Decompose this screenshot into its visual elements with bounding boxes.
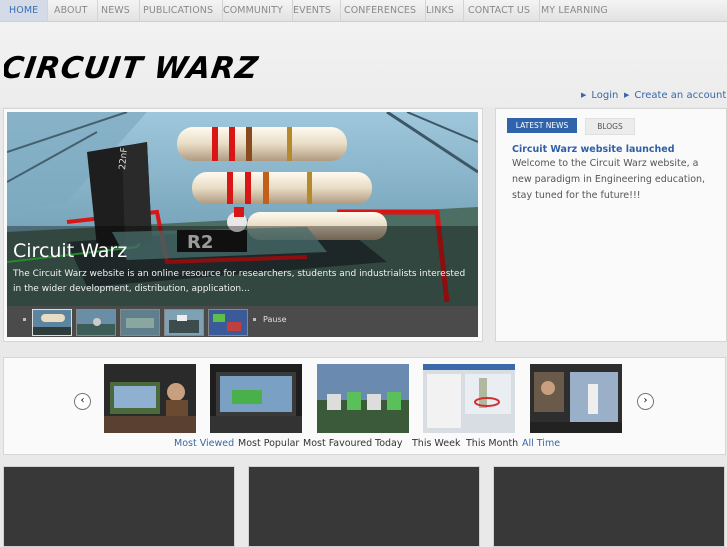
slide-description: The Circuit Warz website is an online re… bbox=[13, 269, 466, 294]
nav-community[interactable]: COMMUNITY bbox=[223, 0, 293, 21]
next-arrow-icon[interactable]: › bbox=[637, 393, 654, 410]
nav-news[interactable]: NEWS bbox=[101, 0, 140, 21]
content-panel bbox=[248, 466, 480, 547]
top-navigation: HOME ABOUT NEWS PUBLICATIONS COMMUNITY E… bbox=[0, 0, 727, 22]
svg-text:CIRCUIT WARZ: CIRCUIT WARZ bbox=[4, 51, 261, 83]
slide-thumbnail[interactable] bbox=[164, 309, 204, 336]
pause-button[interactable]: Pause bbox=[263, 315, 287, 324]
video-carousel: ‹ › Most Viewed Most Popular Most Favour… bbox=[3, 357, 726, 455]
filter-this-month[interactable]: This Month bbox=[466, 438, 518, 449]
slide-title: Circuit Warz bbox=[13, 240, 128, 262]
news-body: Welcome to the Circuit Warz website, a n… bbox=[512, 158, 706, 201]
filter-most-viewed[interactable]: Most Viewed bbox=[174, 438, 234, 449]
nav-events[interactable]: EVENTS bbox=[293, 0, 342, 21]
featured-slideshow: 22nF R2 Circuit Warz The Circuit Warz we… bbox=[3, 108, 483, 342]
site-logo[interactable]: CIRCUIT WARZ bbox=[0, 51, 274, 87]
create-account-link[interactable]: ▶ Create an account bbox=[624, 90, 726, 101]
previous-arrow-icon[interactable]: ‹ bbox=[74, 393, 91, 410]
filter-most-popular[interactable]: Most Popular bbox=[238, 438, 299, 449]
nav-my-learning[interactable]: MY LEARNING bbox=[541, 0, 617, 21]
news-headline[interactable]: Circuit Warz website launched bbox=[512, 144, 675, 155]
arrow-right-icon: ▶ bbox=[624, 91, 630, 99]
nav-home[interactable]: HOME bbox=[0, 0, 49, 21]
tab-blogs[interactable]: BLOGS bbox=[585, 118, 635, 135]
filter-this-week[interactable]: This Week bbox=[412, 438, 460, 449]
nav-about[interactable]: ABOUT bbox=[54, 0, 98, 21]
bullet-icon bbox=[23, 318, 26, 321]
video-thumbnail[interactable] bbox=[530, 364, 622, 433]
slide-thumbnail-strip: Pause bbox=[7, 306, 478, 337]
nav-publications[interactable]: PUBLICATIONS bbox=[143, 0, 224, 21]
slide-thumbnail[interactable] bbox=[120, 309, 160, 336]
content-panel bbox=[3, 466, 235, 547]
video-thumbnail[interactable] bbox=[317, 364, 409, 433]
nav-contact-us[interactable]: CONTACT US bbox=[468, 0, 541, 21]
news-panel: LATEST NEWS BLOGS Circuit Warz website l… bbox=[495, 108, 727, 342]
filter-all-time[interactable]: All Time bbox=[522, 438, 560, 449]
nav-links[interactable]: LINKS bbox=[426, 0, 464, 21]
filter-today[interactable]: Today bbox=[375, 438, 402, 449]
site-header: CIRCUIT WARZ ▶ Login ▶ Create an account bbox=[0, 22, 727, 107]
video-thumbnail[interactable] bbox=[423, 364, 515, 433]
video-thumbnail[interactable] bbox=[210, 364, 302, 433]
slide-thumbnail[interactable] bbox=[32, 309, 72, 336]
tab-latest-news[interactable]: LATEST NEWS bbox=[507, 118, 577, 133]
video-thumbnail[interactable] bbox=[104, 364, 196, 433]
filter-most-favoured[interactable]: Most Favoured bbox=[303, 438, 372, 449]
slide-thumbnail[interactable] bbox=[76, 309, 116, 336]
content-panel bbox=[493, 466, 725, 547]
arrow-right-icon: ▶ bbox=[581, 91, 587, 99]
slide-thumbnail[interactable] bbox=[208, 309, 248, 336]
login-link[interactable]: ▶ Login bbox=[581, 90, 618, 101]
svg-text:22nF: 22nF bbox=[118, 147, 130, 170]
bullet-icon bbox=[253, 318, 256, 321]
nav-conferences[interactable]: CONFERENCES bbox=[344, 0, 427, 21]
